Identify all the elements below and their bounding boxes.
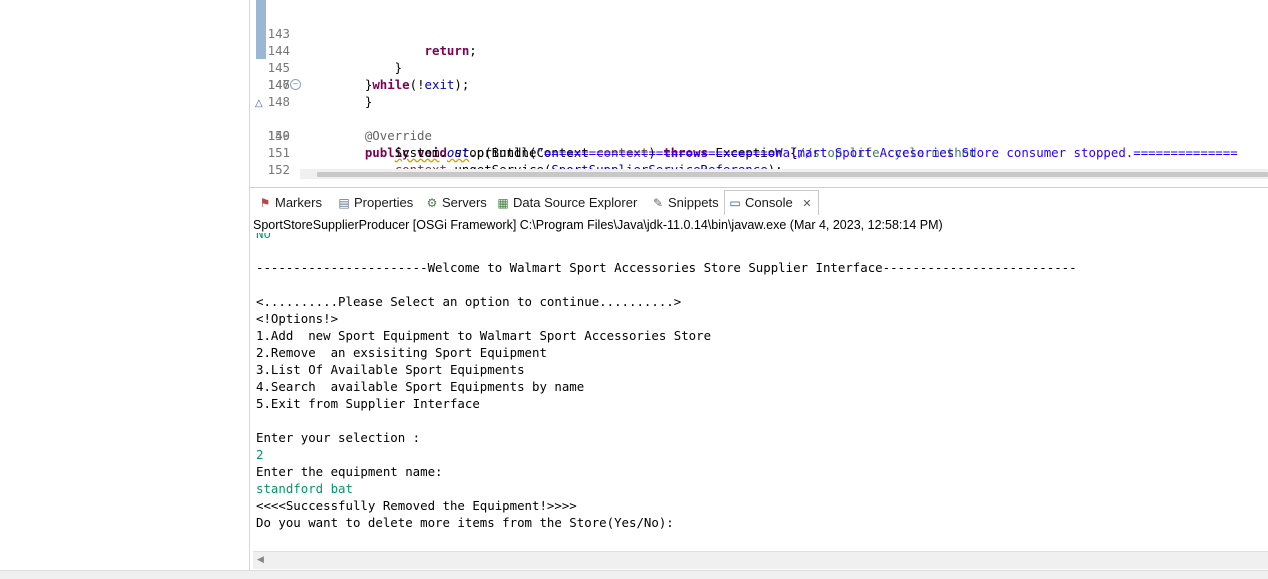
console-line: <..........Please Select an option to co… — [256, 294, 682, 309]
fold-collapse-icon[interactable]: − — [290, 79, 301, 90]
code-line: 145 }while(!exit); — [250, 25, 1268, 92]
servers-icon: ⚙ — [426, 196, 438, 210]
console-line: 1.Add new Sport Equipment to Walmart Spo… — [256, 328, 712, 343]
change-marker — [256, 42, 266, 59]
code-line: 152 } — [250, 144, 1268, 181]
console-line: standford bat — [256, 481, 353, 496]
change-marker — [256, 0, 266, 8]
console-output[interactable]: No -----------------------Welcome to Wal… — [253, 233, 1268, 551]
snippets-icon: ✎ — [652, 196, 664, 210]
code-line: 147 — [250, 59, 1268, 92]
code-line: 151 context.ungetService(SportSupplierSe… — [250, 127, 1268, 177]
tab-label: Data Source Explorer — [513, 195, 638, 210]
console-line: No — [256, 233, 271, 241]
console-line: 5.Exit from Supplier Interface — [256, 396, 480, 411]
console-line: Do you want to delete more items from th… — [256, 515, 674, 530]
code-line: 144 } — [250, 8, 1268, 75]
scroll-left-icon[interactable]: ◀ — [257, 555, 264, 565]
line-number: 152 — [267, 162, 290, 177]
console-icon: ▭ — [729, 196, 741, 210]
console-line: <!Options!> — [256, 311, 339, 326]
markers-icon: ⚑ — [259, 196, 271, 210]
code-line: △ 149 public void stop(BundleContext con… — [250, 93, 1268, 160]
console-line: 2 — [256, 447, 264, 462]
tab-console[interactable]: ▭ Console ✕ — [724, 190, 819, 215]
console-line: 4.Search available Sport Equipments by n… — [256, 379, 585, 394]
tab-markers[interactable]: ⚑ Markers — [255, 193, 322, 213]
tab-label: Servers — [442, 195, 487, 210]
tab-servers[interactable]: ⚙ Servers — [422, 193, 487, 213]
code-editor[interactable]: 143 return; 144 } 145 }while(!exit); 146… — [250, 0, 1268, 181]
tab-snippets[interactable]: ✎ Snippets — [648, 193, 719, 213]
code-line: 146 } — [250, 42, 1268, 109]
tab-properties[interactable]: ▤ Properties — [334, 193, 413, 213]
tab-label: Console — [745, 195, 793, 210]
console-line: Enter the equipment name: — [256, 464, 443, 479]
code-line: 150 System.out.println("================… — [250, 110, 1268, 160]
console-horizontal-scrollbar[interactable]: ◀ — [253, 551, 1268, 569]
data-source-explorer-icon: ▦ — [497, 196, 509, 210]
code-line: 148 − @Override — [250, 76, 1268, 143]
tab-label: Markers — [275, 195, 322, 210]
change-marker — [256, 8, 266, 25]
console-process-header: SportStoreSupplierProducer [OSGi Framewo… — [253, 217, 1268, 234]
close-icon[interactable]: ✕ — [802, 198, 811, 210]
console-line: <<<<Successfully Removed the Equipment!>… — [256, 498, 577, 513]
change-marker — [256, 25, 266, 42]
console-line: Enter your selection : — [256, 430, 421, 445]
properties-icon: ▤ — [338, 196, 350, 210]
console-line: 2.Remove an exsisiting Sport Equipment — [256, 345, 547, 360]
console-line: 3.List Of Available Sport Equipments — [256, 362, 525, 377]
left-panel — [0, 0, 250, 570]
tab-label: Snippets — [668, 195, 719, 210]
tab-data-source-explorer[interactable]: ▦ Data Source Explorer — [493, 193, 637, 213]
tab-label: Properties — [354, 195, 414, 210]
view-tab-bar: ⚑ Markers ▤ Properties ⚙ Servers ▦ Data … — [250, 187, 1268, 218]
editor-scrollbar-thumb[interactable] — [317, 172, 1268, 177]
console-line: -----------------------Welcome to Walmar… — [256, 260, 1077, 275]
code-line: 143 return; — [250, 0, 1268, 58]
